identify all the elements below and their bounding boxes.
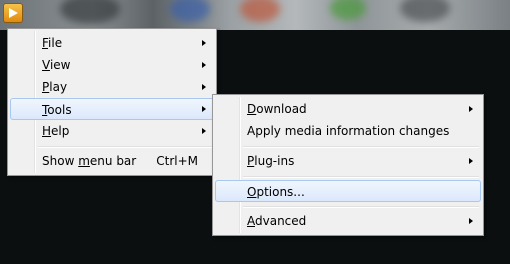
play-triangle-icon xyxy=(9,8,18,18)
submenu-arrow-icon xyxy=(202,62,206,68)
submenu-arrow-icon xyxy=(202,40,206,46)
main-context-menu: File View Play Tools Help Show menu bar … xyxy=(7,28,217,176)
submenu-arrow-icon xyxy=(202,128,206,134)
menu-separator xyxy=(243,146,479,148)
submenu-arrow-icon xyxy=(202,106,206,112)
menu-item-view[interactable]: View xyxy=(10,54,214,76)
desktop-background-strip xyxy=(0,0,510,30)
menu-item-advanced[interactable]: Advanced xyxy=(215,210,481,232)
media-player-menu-button[interactable] xyxy=(3,3,23,23)
menu-item-play[interactable]: Play xyxy=(10,76,214,98)
menu-item-options[interactable]: Options... xyxy=(215,180,481,202)
submenu-arrow-icon xyxy=(202,84,206,90)
menu-item-file[interactable]: File xyxy=(10,32,214,54)
shortcut-label: Ctrl+M xyxy=(156,154,198,168)
menu-separator xyxy=(243,206,479,208)
menu-separator xyxy=(243,176,479,178)
menu-item-plug-ins[interactable]: Plug-ins xyxy=(215,150,481,172)
tools-submenu: Download Apply media information changes… xyxy=(212,94,484,236)
menu-item-apply-media-information-changes[interactable]: Apply media information changes xyxy=(215,120,481,142)
submenu-arrow-icon xyxy=(469,218,473,224)
submenu-arrow-icon xyxy=(469,158,473,164)
submenu-arrow-icon xyxy=(469,106,473,112)
menu-item-show-menu-bar[interactable]: Show menu bar Ctrl+M xyxy=(10,150,214,172)
menu-item-help[interactable]: Help xyxy=(10,120,214,142)
menu-separator xyxy=(38,146,212,148)
menu-item-tools[interactable]: Tools xyxy=(10,98,214,120)
menu-item-download[interactable]: Download xyxy=(215,98,481,120)
